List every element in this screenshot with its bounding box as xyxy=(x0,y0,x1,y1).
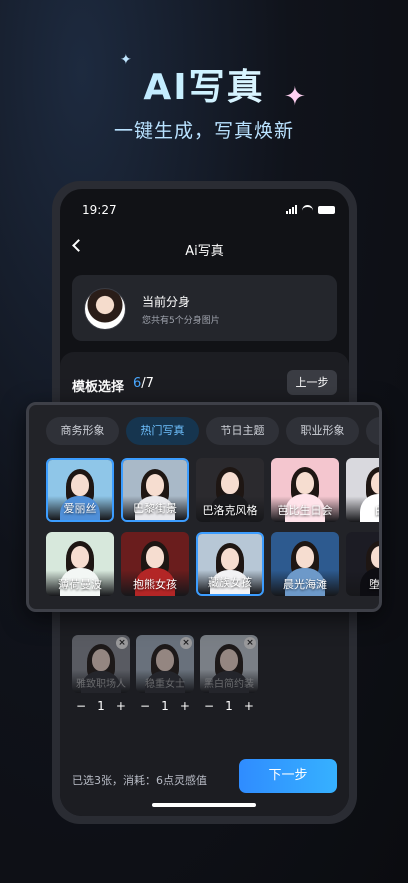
quantity-value: 1 xyxy=(97,699,105,713)
signal-icon xyxy=(286,205,297,214)
status-time: 19:27 xyxy=(82,203,117,217)
decrement-button[interactable]: − xyxy=(204,699,214,713)
template-card[interactable]: 藏族女孩 xyxy=(196,532,264,596)
decrement-button[interactable]: − xyxy=(76,699,86,713)
prev-step-button[interactable]: 上一步 xyxy=(287,370,337,395)
selected-item: 雅致职场人 × −1 + xyxy=(72,635,130,713)
template-count: 6/7 xyxy=(133,376,154,391)
nav-bar: Ai写真 xyxy=(60,233,349,263)
template-card[interactable]: 巴洛克风格 xyxy=(196,458,264,522)
template-card-label: 巴洛克风格 xyxy=(202,504,258,517)
tab-2[interactable]: 节日主题 xyxy=(206,417,279,445)
nav-title: Ai写真 xyxy=(185,244,224,259)
avatar-title: 当前分身 xyxy=(142,295,191,309)
avatar-description: 您共有5个分身图片 xyxy=(142,316,220,326)
quantity-stepper: −1 + xyxy=(136,699,194,713)
quantity-stepper: −1 + xyxy=(72,699,130,713)
selected-thumb[interactable]: 黑白简约装 × xyxy=(200,635,258,693)
tab-1[interactable]: 热门写真 xyxy=(126,417,199,445)
avatar xyxy=(84,288,126,330)
increment-button[interactable]: + xyxy=(116,699,126,713)
template-card[interactable]: 晨光海滩 xyxy=(271,532,339,596)
status-bar: 19:27 xyxy=(60,189,349,229)
template-card[interactable]: 白 xyxy=(346,458,380,522)
selected-templates: 雅致职场人 × −1 + 稳重女士 × −1 + 黑白简约装 × −1 + xyxy=(72,635,332,725)
template-card-label: 抱熊女孩 xyxy=(133,578,177,591)
template-card-label: 堕落 xyxy=(369,578,380,591)
wifi-icon xyxy=(302,205,313,214)
increment-button[interactable]: + xyxy=(180,699,190,713)
template-label: 模板选择 xyxy=(72,380,125,395)
remove-icon[interactable]: × xyxy=(180,637,192,649)
battery-icon xyxy=(318,205,335,214)
template-card-label: 巴黎街景 xyxy=(133,502,177,515)
template-card[interactable]: 堕落 xyxy=(346,532,380,596)
template-card[interactable]: 巴黎街景 xyxy=(121,458,189,522)
remove-icon[interactable]: × xyxy=(116,637,128,649)
tab-3[interactable]: 职业形象 xyxy=(286,417,359,445)
selected-item: 黑白简约装 × −1 + xyxy=(200,635,258,713)
template-card[interactable]: 爱丽丝 xyxy=(46,458,114,522)
quantity-value: 1 xyxy=(225,699,233,713)
remove-icon[interactable]: × xyxy=(244,637,256,649)
selected-item-name: 黑白简约装 xyxy=(204,679,254,690)
home-indicator xyxy=(152,803,256,807)
hero-title: AI写真 xyxy=(0,58,408,110)
template-card-label: 晨光海滩 xyxy=(283,578,327,591)
selected-thumb[interactable]: 雅致职场人 × xyxy=(72,635,130,693)
template-card[interactable]: 薄荷曼波 xyxy=(46,532,114,596)
selected-item-name: 雅致职场人 xyxy=(76,679,126,690)
next-step-button[interactable]: 下一步 xyxy=(239,759,337,793)
quantity-stepper: −1 + xyxy=(200,699,258,713)
template-card-label: 白 xyxy=(346,502,380,518)
quantity-value: 1 xyxy=(161,699,169,713)
decrement-button[interactable]: − xyxy=(140,699,150,713)
template-card[interactable]: 抱熊女孩 xyxy=(121,532,189,596)
tab-0[interactable]: 商务形象 xyxy=(46,417,119,445)
selected-item-name: 稳重女士 xyxy=(145,679,185,690)
category-tabs: 商务形象 热门写真 节日主题 职业形象 xyxy=(46,417,379,447)
selected-thumb[interactable]: 稳重女士 × xyxy=(136,635,194,693)
bottom-bar: 已选3张，消耗：6点灵感值 下一步 xyxy=(60,754,349,804)
consume-text: 已选3张，消耗：6点灵感值 xyxy=(72,774,207,787)
template-card-label: 薄荷曼波 xyxy=(58,578,102,591)
hero-subtitle: 一键生成，写真焕新 xyxy=(113,120,294,142)
template-card-label: 爱丽丝 xyxy=(63,502,97,515)
template-popup: 商务形象热门写真节日主题职业形象 爱丽丝 巴黎街景 巴洛克风格 芭比生日会白薄荷曼波 抱… xyxy=(26,402,382,612)
template-card-label: 藏族女孩 xyxy=(208,576,252,589)
template-card-label: 芭比生日会 xyxy=(277,504,333,517)
template-card[interactable]: 芭比生日会 xyxy=(271,458,339,522)
tab-overflow[interactable] xyxy=(366,417,379,445)
status-icons xyxy=(286,205,335,214)
selected-item: 稳重女士 × −1 + xyxy=(136,635,194,713)
increment-button[interactable]: + xyxy=(244,699,254,713)
current-avatar-card[interactable]: 当前分身 您共有5个分身图片 xyxy=(72,275,337,341)
